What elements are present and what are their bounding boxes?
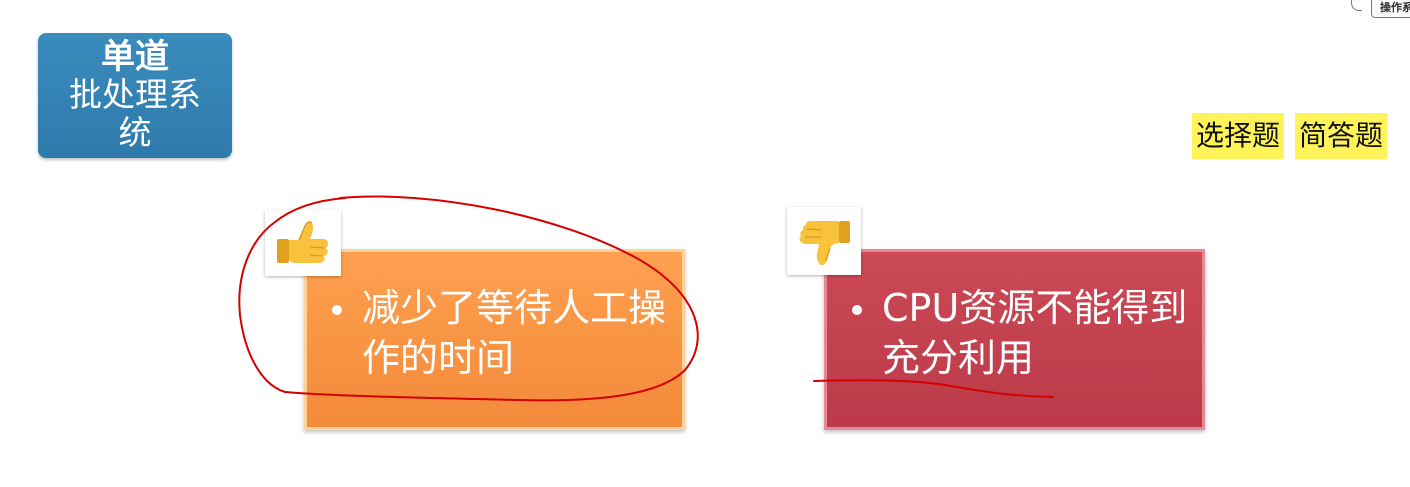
tag-multiple-choice: 选择题 [1192, 113, 1285, 159]
corner-tag-curl [1351, 0, 1362, 11]
advantage-card: 减少了等待人工操作的时间 [304, 249, 685, 430]
bullet-dot [852, 305, 862, 315]
thumbs-up-icon [265, 210, 341, 276]
advantage-bullet: 减少了等待人工操作的时间 [332, 283, 671, 383]
thumbs-down-icon [787, 207, 861, 275]
title-line-3: 统 [118, 113, 152, 152]
corner-tag: 操作系 [1371, 0, 1410, 18]
disadvantage-bullet: CPU资源不能得到充分利用 [852, 283, 1191, 383]
bullet-dot [332, 305, 342, 315]
tag-short-answer: 简答题 [1295, 113, 1388, 159]
advantage-text: 减少了等待人工操作的时间 [362, 286, 667, 380]
disadvantage-text: CPU资源不能得到充分利用 [882, 286, 1188, 380]
title-line-1: 单道 [101, 37, 169, 77]
title-box: 单道 批处理系 统 [38, 33, 232, 158]
title-line-2: 批处理系 [69, 75, 201, 114]
disadvantage-card: CPU资源不能得到充分利用 [824, 249, 1205, 430]
